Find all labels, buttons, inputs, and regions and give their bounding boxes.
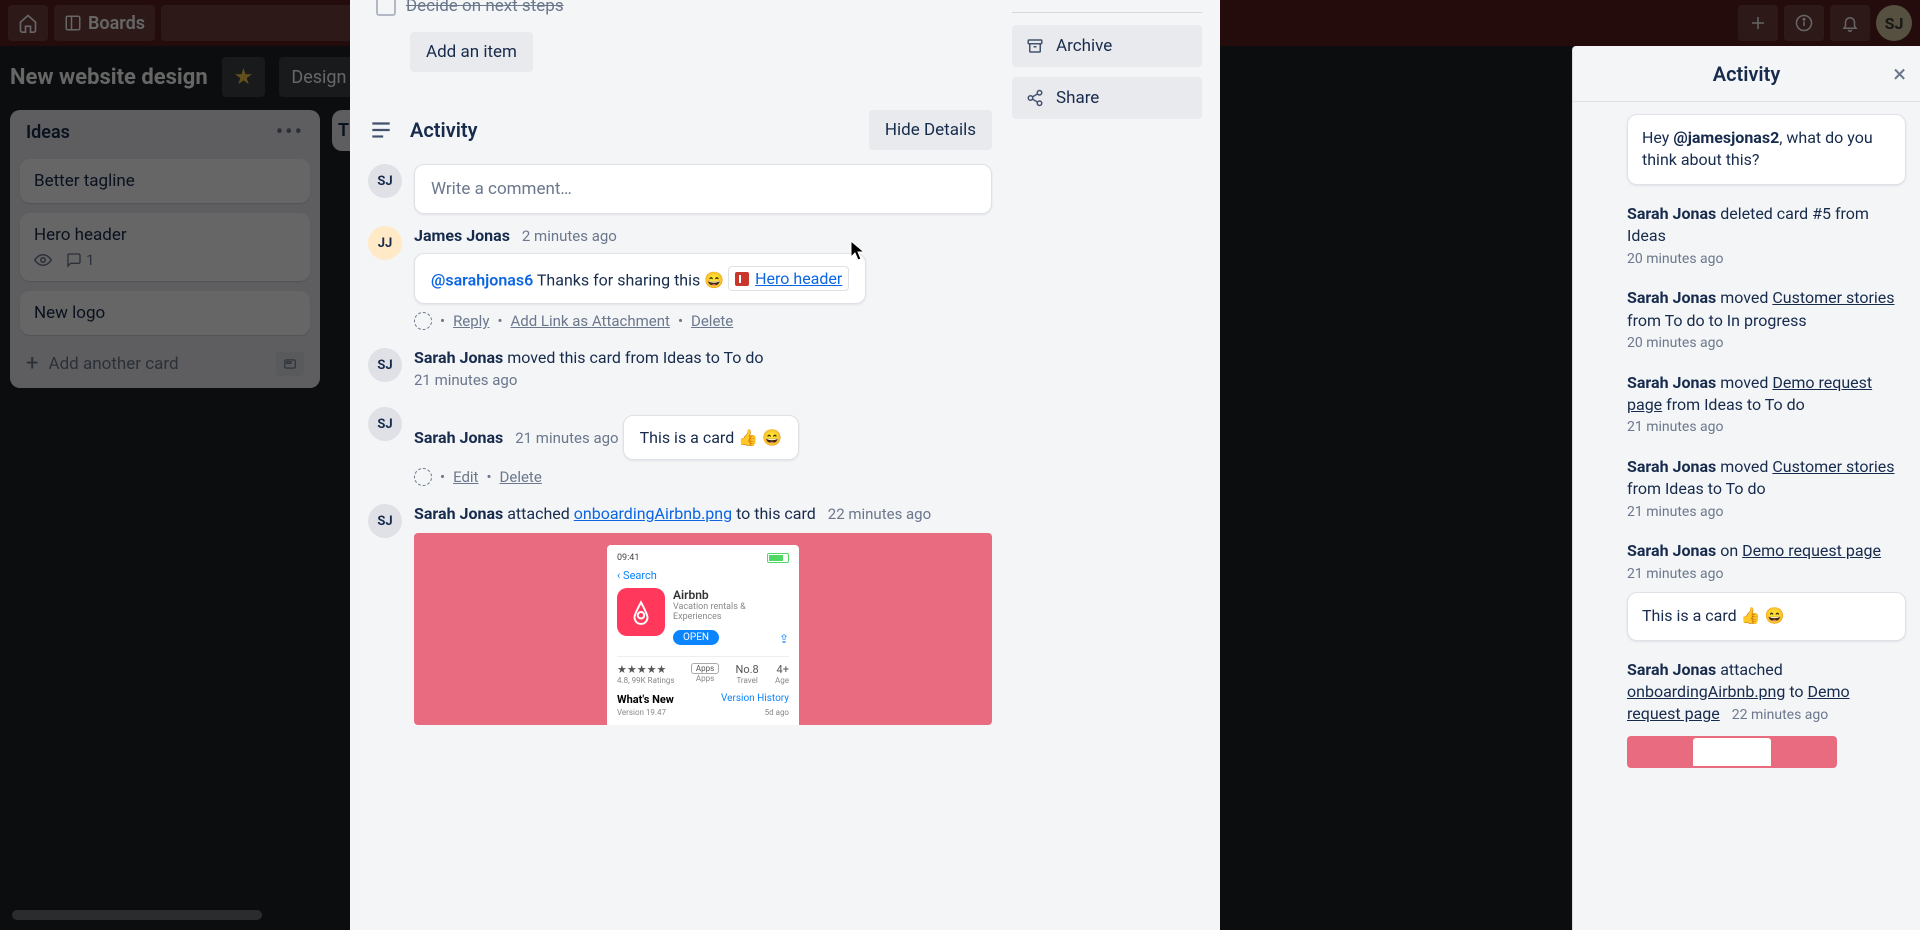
card-link[interactable]: Hero header xyxy=(728,266,849,291)
activity-timestamp: 2 minutes ago xyxy=(522,227,617,245)
delete-comment-link[interactable]: Delete xyxy=(691,312,733,330)
share-icon xyxy=(1026,89,1044,107)
card-link[interactable]: Customer stories xyxy=(1772,288,1894,307)
activity-timestamp: 22 minutes ago xyxy=(1732,707,1829,723)
activity-timestamp: 22 minutes ago xyxy=(828,505,931,523)
user-avatar: SJ xyxy=(368,407,402,441)
attachment-filename-link[interactable]: onboardingAirbnb.png xyxy=(1627,682,1785,701)
user-avatar: JJ xyxy=(368,226,402,260)
activity-timestamp: 21 minutes ago xyxy=(414,371,992,389)
user-avatar: SJ xyxy=(368,504,402,538)
archive-button[interactable]: Archive xyxy=(1012,25,1202,67)
activity-drawer: Activity × Hey @jamesjonas2, what do you… xyxy=(1572,46,1920,930)
delete-comment-link[interactable]: Delete xyxy=(500,468,542,486)
activity-author[interactable]: Sarah Jonas xyxy=(1627,457,1716,476)
activity-timestamp: 20 minutes ago xyxy=(1627,250,1906,270)
attachment-thumbnail[interactable] xyxy=(1627,736,1837,768)
board-chip-icon xyxy=(735,272,749,286)
card-modal: Decide on next steps Add an item Activit… xyxy=(350,0,1220,930)
comment-bubble: This is a card 👍 😄 xyxy=(623,415,799,460)
mention[interactable]: @sarahjonas6 xyxy=(431,271,533,290)
close-drawer-button[interactable]: × xyxy=(1893,60,1906,88)
comment-input[interactable]: Write a comment… xyxy=(414,164,992,214)
comment-bubble: @sarahjonas6 Thanks for sharing this 😄 H… xyxy=(414,253,866,304)
phone-mockup: 09:41 ‹ Search Airbnb Vacation rentals &… xyxy=(607,545,799,725)
attachment-preview[interactable]: 09:41 ‹ Search Airbnb Vacation rentals &… xyxy=(414,533,992,725)
edit-comment-link[interactable]: Edit xyxy=(453,468,478,486)
activity-author[interactable]: James Jonas xyxy=(414,226,510,245)
activity-timestamp: 21 minutes ago xyxy=(1627,503,1906,523)
battery-icon xyxy=(767,553,789,563)
activity-author[interactable]: Sarah Jonas xyxy=(1627,660,1716,679)
activity-timestamp: 21 minutes ago xyxy=(1627,418,1906,438)
cursor-icon xyxy=(850,240,866,262)
activity-timestamp: 21 minutes ago xyxy=(515,429,618,447)
add-reaction-button[interactable] xyxy=(414,468,432,486)
card-link[interactable]: Customer stories xyxy=(1772,457,1894,476)
share-button[interactable]: Share xyxy=(1012,77,1202,119)
activity-section-title: Activity xyxy=(410,118,478,142)
back-link: ‹ Search xyxy=(617,569,789,582)
reply-link[interactable]: Reply xyxy=(453,312,489,330)
mention[interactable]: @jamesjonas2 xyxy=(1673,128,1779,147)
comment-bubble: Hey @jamesjonas2, what do you think abou… xyxy=(1627,114,1906,185)
user-avatar: SJ xyxy=(368,348,402,382)
activity-timestamp: 21 minutes ago xyxy=(1627,565,1906,585)
activity-author[interactable]: Sarah Jonas xyxy=(1627,541,1716,560)
add-checklist-item-button[interactable]: Add an item xyxy=(410,32,533,72)
activity-author[interactable]: Sarah Jonas xyxy=(414,348,503,367)
drawer-title: Activity xyxy=(1713,62,1781,86)
hide-details-button[interactable]: Hide Details xyxy=(869,110,992,150)
activity-icon xyxy=(368,117,394,143)
checklist-item-text: Decide on next steps xyxy=(406,0,564,16)
activity-author[interactable]: Sarah Jonas xyxy=(414,504,503,523)
activity-author[interactable]: Sarah Jonas xyxy=(1627,288,1716,307)
add-link-attachment-link[interactable]: Add Link as Attachment xyxy=(511,312,670,330)
airbnb-app-icon xyxy=(617,588,665,636)
attachment-filename-link[interactable]: onboardingAirbnb.png xyxy=(574,504,732,523)
checkbox[interactable] xyxy=(376,0,396,16)
activity-timestamp: 20 minutes ago xyxy=(1627,334,1906,354)
share-icon: ⇪ xyxy=(779,622,789,646)
add-reaction-button[interactable] xyxy=(414,312,432,330)
archive-icon xyxy=(1026,37,1044,55)
activity-author[interactable]: Sarah Jonas xyxy=(1627,373,1716,392)
card-link[interactable]: Demo request page xyxy=(1742,541,1881,560)
activity-author[interactable]: Sarah Jonas xyxy=(1627,204,1716,223)
current-user-avatar: SJ xyxy=(368,164,402,198)
activity-author[interactable]: Sarah Jonas xyxy=(414,428,503,447)
comment-bubble: This is a card 👍 😄 xyxy=(1627,592,1906,640)
